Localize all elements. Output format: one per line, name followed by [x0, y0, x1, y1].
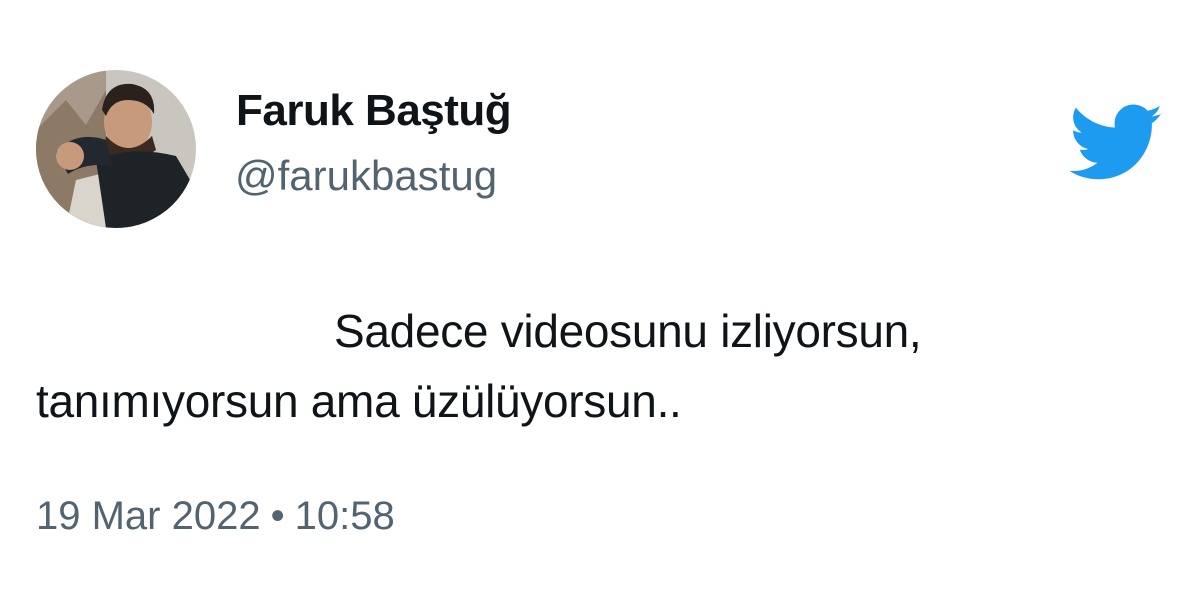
twitter-bird-icon[interactable] [1069, 104, 1164, 184]
avatar[interactable] [36, 70, 196, 228]
profile-photo-icon [36, 70, 196, 228]
author-name[interactable]: Faruk Baştuğ [236, 86, 512, 136]
tweet-date: 19 Mar 2022 [36, 494, 261, 538]
author-handle[interactable]: @farukbastug [235, 152, 497, 200]
tweet-timestamp[interactable]: 19 Mar 2022 • 10:58 [36, 494, 395, 539]
separator-dot: • [270, 494, 285, 538]
tweet-text: Sadece videosunu izliyorsun, tanımıyorsu… [36, 305, 922, 427]
tweet-time: 10:58 [294, 494, 395, 538]
tweet-card: Faruk Baştuğ @farukbastug Sadece videosu… [0, 0, 1200, 610]
